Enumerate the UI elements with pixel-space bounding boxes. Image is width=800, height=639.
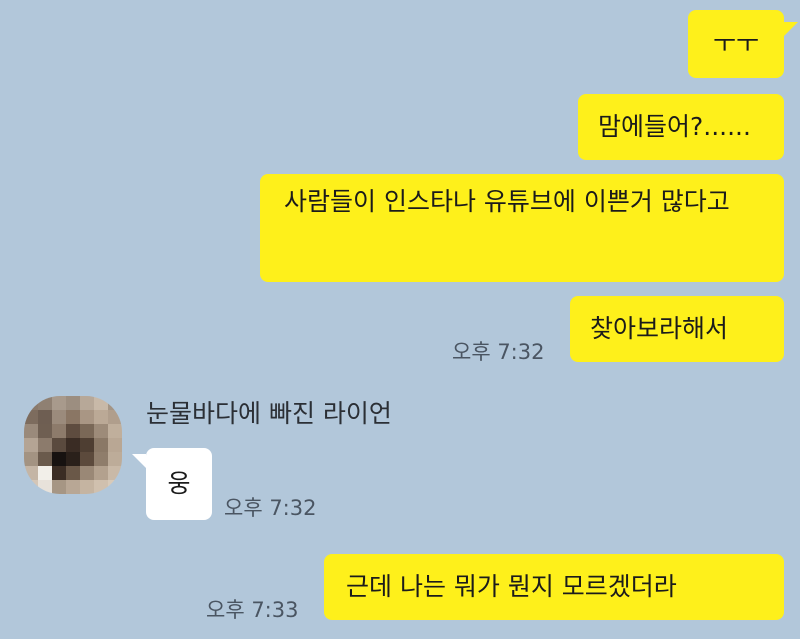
message-text: 사람들이 인스타나 유튜브에 이쁜거 많다고 — [284, 187, 730, 216]
my-message-bubble[interactable]: 사람들이 인스타나 유튜브에 이쁜거 많다고 — [260, 174, 784, 282]
message-timestamp: 오후 7:32 — [224, 496, 317, 520]
message-text: 맘에들어?...... — [598, 112, 751, 141]
message-text: 웅 — [167, 469, 191, 498]
my-message-bubble[interactable]: 맘에들어?...... — [578, 94, 784, 160]
chat-room: ㅜㅜ 맘에들어?...... 사람들이 인스타나 유튜브에 이쁜거 많다고 찾아… — [0, 0, 800, 639]
sender-name: 눈물바다에 빠진 라이언 — [146, 399, 392, 428]
avatar[interactable] — [24, 396, 122, 494]
message-timestamp: 오후 7:32 — [452, 340, 545, 364]
message-text: 찾아보라해서 — [590, 314, 729, 343]
my-message-bubble[interactable]: ㅜㅜ — [688, 10, 784, 78]
my-message-bubble[interactable]: 근데 나는 뭐가 뭔지 모르겠더라 — [324, 554, 784, 620]
other-message-bubble[interactable]: 웅 — [146, 448, 212, 520]
message-timestamp: 오후 7:33 — [206, 598, 299, 622]
message-text: 근데 나는 뭐가 뭔지 모르겠더라 — [346, 572, 677, 601]
bubble-tail — [132, 454, 146, 468]
my-message-bubble[interactable]: 찾아보라해서 — [570, 296, 784, 362]
bubble-tail — [784, 22, 798, 36]
message-text: ㅜㅜ — [712, 29, 759, 58]
